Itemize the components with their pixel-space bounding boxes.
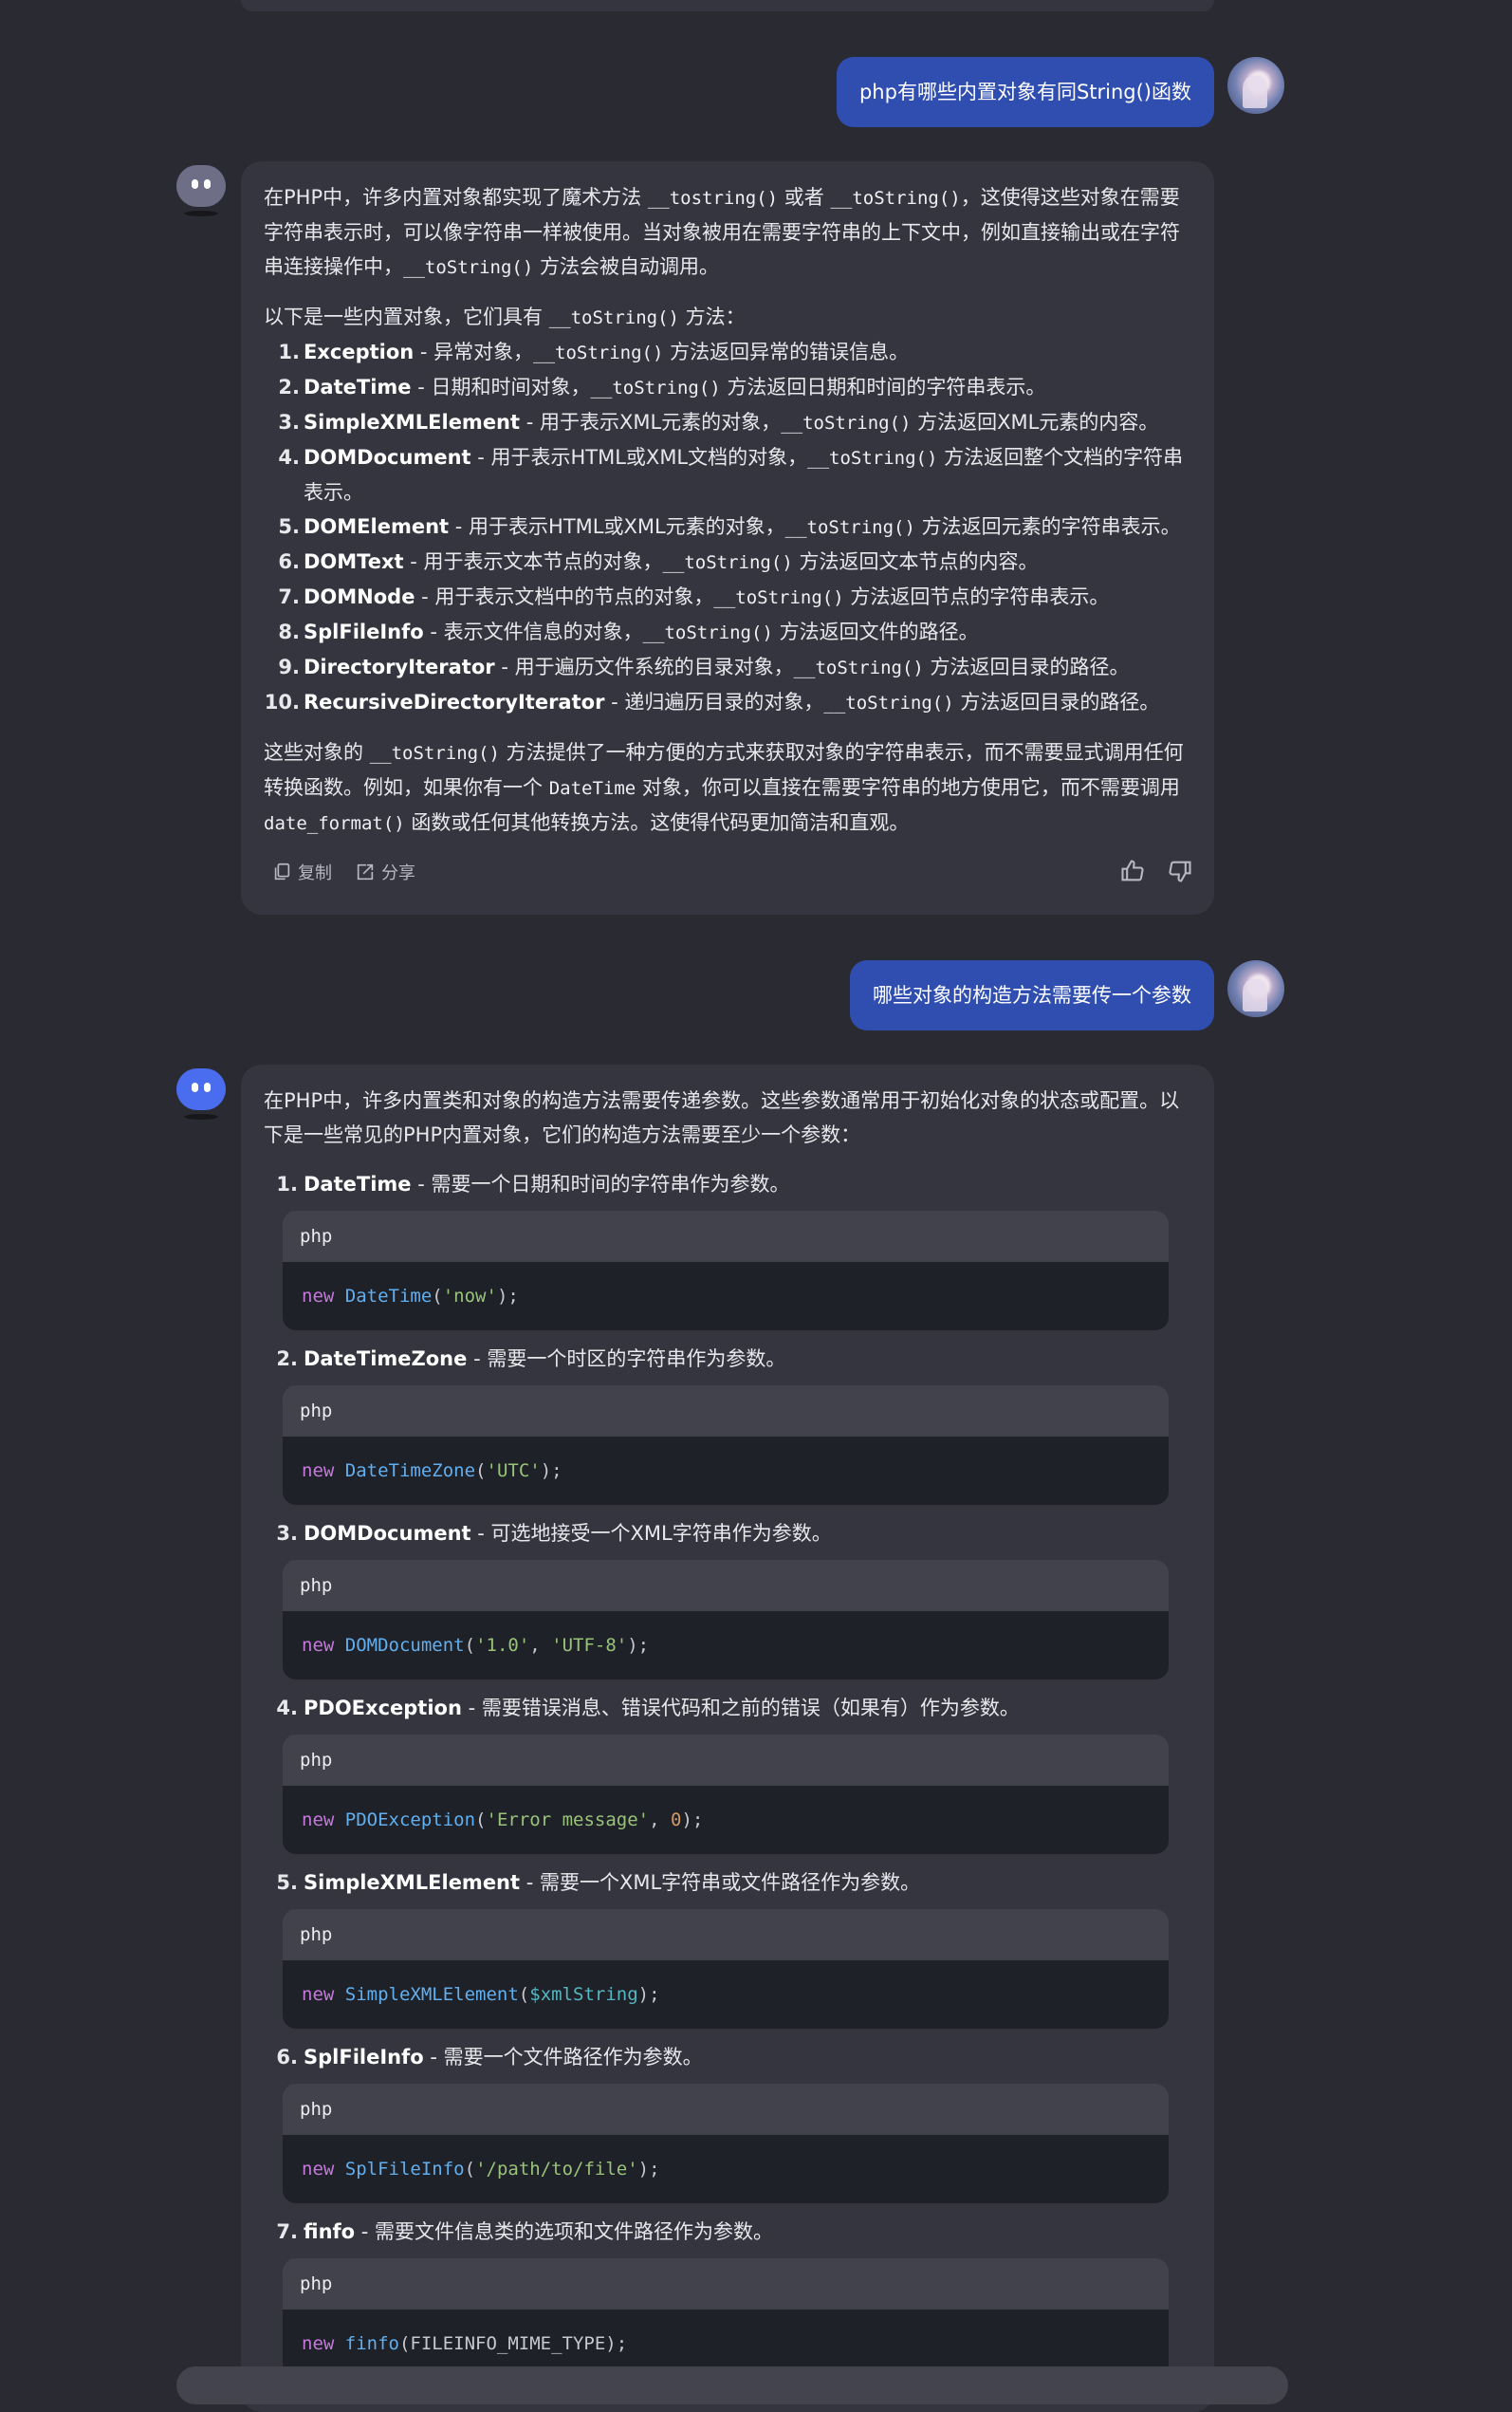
user-avatar[interactable] [1227, 960, 1284, 1017]
list-item: 6. DOMText - 用于表示文本节点的对象，__toString() 方法返… [278, 550, 1039, 573]
list-item: 4. PDOException - 需要错误消息、错误代码和之前的错误（如果有）作… [276, 1697, 1020, 1719]
copy-icon [274, 863, 290, 881]
code-block: php new SplFileInfo('/path/to/file'); [283, 2084, 1169, 2203]
user-message: 哪些对象的构造方法需要传一个参数 [0, 960, 1512, 1030]
list-item: 3. SimpleXMLElement - 用于表示XML元素的对象，__toSt… [278, 411, 1159, 434]
user-message: php有哪些内置对象有同String()函数 [0, 57, 1512, 127]
code-block: php new SimpleXMLElement($xmlString); [283, 1909, 1169, 2029]
code-language-label: php [283, 2084, 1169, 2135]
code-line[interactable]: new DOMDocument('1.0', 'UTF-8'); [283, 1611, 1169, 1679]
share-icon [357, 863, 374, 881]
code-block: php new PDOException('Error message', 0); [283, 1735, 1169, 1854]
list-item: 3. DOMDocument - 可选地接受一个XML字符串作为参数。 [276, 1522, 832, 1545]
code-language-label: php [283, 2258, 1169, 2310]
list-item: 7. DOMNode - 用于表示文档中的节点的对象，__toString() 方… [278, 585, 1110, 608]
user-avatar[interactable] [1227, 57, 1284, 114]
previous-message-card [241, 0, 1214, 11]
code-line[interactable]: new SimpleXMLElement($xmlString); [283, 1960, 1169, 2029]
code-block: php new finfo(FILEINFO_MIME_TYPE); [283, 2258, 1169, 2378]
list-item: 2. DateTime - 日期和时间对象，__toString() 方法返回日期… [278, 376, 1046, 399]
code-line[interactable]: new PDOException('Error message', 0); [283, 1786, 1169, 1854]
code-language-label: php [283, 1735, 1169, 1786]
list-item: 1. Exception - 异常对象，__toString() 方法返回异常的错… [278, 341, 910, 363]
share-button[interactable]: 分享 [355, 860, 415, 884]
code-line[interactable]: new DateTimeZone('UTC'); [283, 1437, 1169, 1505]
answer-lead: 以下是一些内置对象，它们具有 __toString() 方法： [264, 306, 746, 328]
code-language-label: php [283, 1211, 1169, 1262]
share-label: 分享 [381, 863, 415, 883]
list-item: 5. SimpleXMLElement - 需要一个XML字符串或文件路径作为参数… [276, 1871, 921, 1894]
list-item: 4. DOMDocument - 用于表示HTML或XML文档的对象，__toSt… [278, 446, 1184, 504]
list-item: 7. finfo - 需要文件信息类的选项和文件路径作为参数。 [276, 2220, 774, 2243]
code-line[interactable]: new DateTime('now'); [283, 1262, 1169, 1330]
code-language-label: php [283, 1560, 1169, 1611]
constructor-objects-list: 1. DateTime - 需要一个日期和时间的字符串作为参数。 php new Da… [264, 1167, 1189, 2378]
answer-intro: 在PHP中，许多内置类和对象的构造方法需要传递参数。这些参数通常用于初始化对象的… [264, 1089, 1180, 1146]
message-actions: 复制 分享 [264, 846, 1191, 905]
code-block: php new DOMDocument('1.0', 'UTF-8'); [283, 1560, 1169, 1679]
answer-intro: 在PHP中，许多内置对象都实现了魔术方法 __tostring() 或者 __t… [264, 186, 1180, 278]
list-item: 1. DateTime - 需要一个日期和时间的字符串作为参数。 [276, 1173, 790, 1196]
list-item: 2. DateTimeZone - 需要一个时区的字符串作为参数。 [276, 1347, 786, 1370]
assistant-avatar-icon [176, 165, 226, 207]
code-block: php new DateTimeZone('UTC'); [283, 1385, 1169, 1505]
assistant-avatar-icon [176, 1068, 226, 1110]
thumbs-up-icon[interactable] [1119, 858, 1146, 884]
chat-input-bar[interactable] [176, 2366, 1288, 2404]
assistant-message-card: 在PHP中，许多内置对象都实现了魔术方法 __tostring() 或者 __t… [241, 161, 1214, 915]
assistant-message-card: 在PHP中，许多内置类和对象的构造方法需要传递参数。这些参数通常用于初始化对象的… [241, 1065, 1214, 2412]
list-item: 5. DOMElement - 用于表示HTML或XML元素的对象，__toStr… [278, 515, 1181, 538]
list-item: 10. RecursiveDirectoryIterator - 递归遍历目录的对… [264, 691, 1160, 714]
copy-button[interactable]: 复制 [271, 860, 332, 884]
thumbs-down-icon[interactable] [1167, 858, 1193, 884]
copy-label: 复制 [298, 863, 332, 883]
answer-outro: 这些对象的 __toString() 方法提供了一种方便的方式来获取对象的字符串… [264, 741, 1184, 834]
user-message-bubble: php有哪些内置对象有同String()函数 [836, 57, 1214, 127]
code-block: php new DateTime('now'); [283, 1211, 1169, 1330]
code-language-label: php [283, 1385, 1169, 1437]
builtin-objects-list: 1. Exception - 异常对象，__toString() 方法返回异常的错… [264, 335, 1189, 720]
list-item: 6. SplFileInfo - 需要一个文件路径作为参数。 [276, 2046, 703, 2069]
user-message-bubble: 哪些对象的构造方法需要传一个参数 [850, 960, 1214, 1030]
code-line[interactable]: new SplFileInfo('/path/to/file'); [283, 2135, 1169, 2203]
list-item: 8. SplFileInfo - 表示文件信息的对象，__toString() 方… [278, 621, 979, 643]
code-language-label: php [283, 1909, 1169, 1960]
list-item: 9. DirectoryIterator - 用于遍历文件系统的目录对象，__to… [278, 656, 1130, 678]
